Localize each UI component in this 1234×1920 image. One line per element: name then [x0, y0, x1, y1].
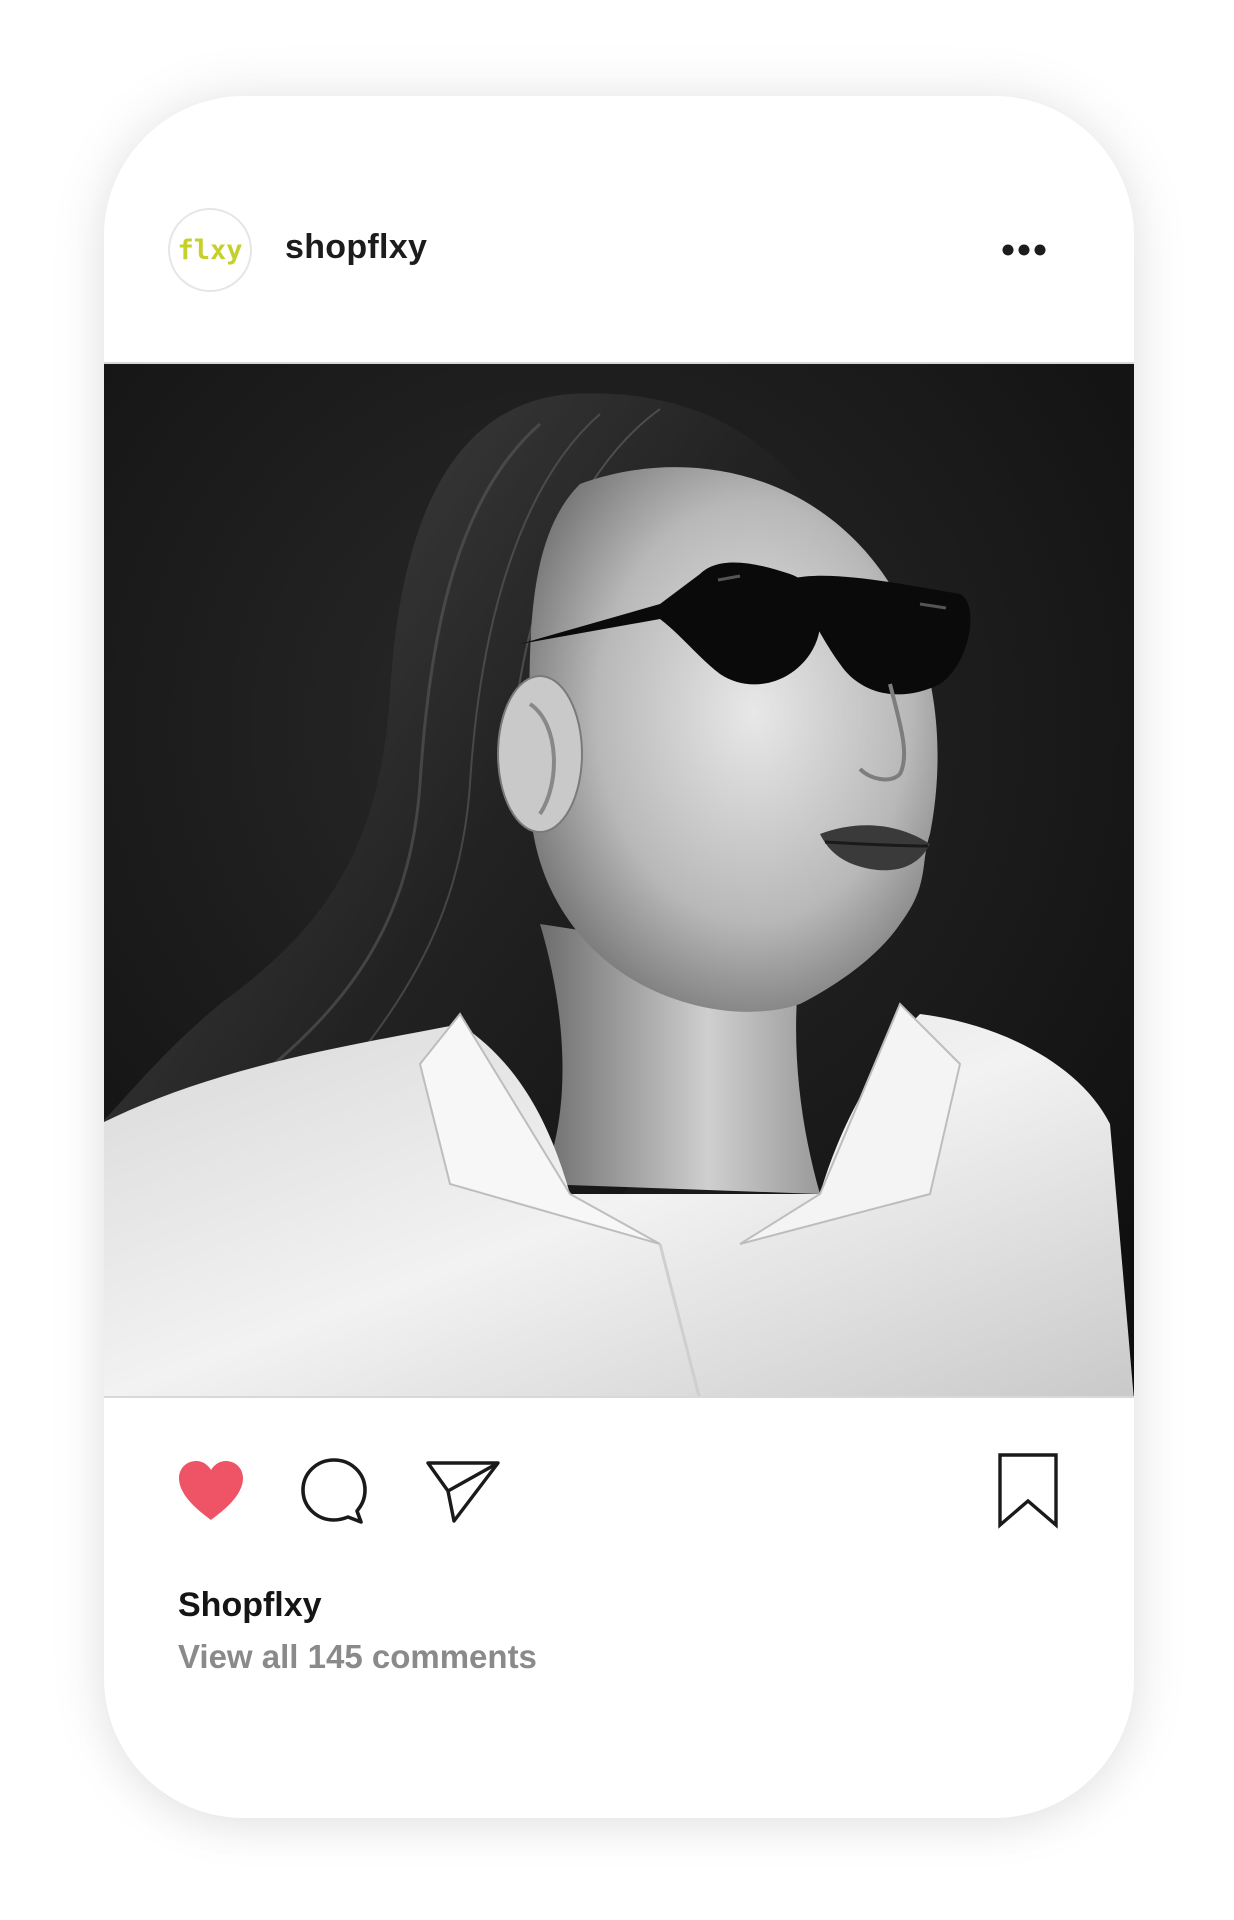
- portrait-illustration: [104, 364, 1134, 1396]
- view-comments-link[interactable]: View all 145 comments: [178, 1638, 537, 1676]
- paper-plane-icon: [426, 1461, 500, 1523]
- post-username[interactable]: shopflxy: [285, 228, 427, 267]
- caption-username[interactable]: Shopflxy: [178, 1586, 322, 1625]
- share-button[interactable]: [424, 1456, 502, 1526]
- post-actions: [104, 1453, 1134, 1546]
- more-dots-icon: [1002, 244, 1046, 256]
- avatar-logo-text: flxy: [177, 234, 243, 266]
- post-card: flxy shopflxy Shopflxy View all 145 comm…: [104, 96, 1134, 1818]
- like-button[interactable]: [174, 1456, 248, 1526]
- post-header: flxy shopflxy: [104, 96, 1134, 362]
- save-button[interactable]: [994, 1450, 1062, 1530]
- avatar[interactable]: flxy: [168, 208, 252, 292]
- bookmark-icon: [998, 1453, 1058, 1529]
- heart-filled-icon: [179, 1461, 243, 1520]
- comment-bubble-icon: [301, 1458, 367, 1524]
- more-options-button[interactable]: [994, 232, 1054, 268]
- comment-button[interactable]: [298, 1456, 370, 1526]
- page-background: flxy shopflxy Shopflxy View all 145 comm…: [0, 0, 1234, 1920]
- post-photo[interactable]: [104, 362, 1134, 1398]
